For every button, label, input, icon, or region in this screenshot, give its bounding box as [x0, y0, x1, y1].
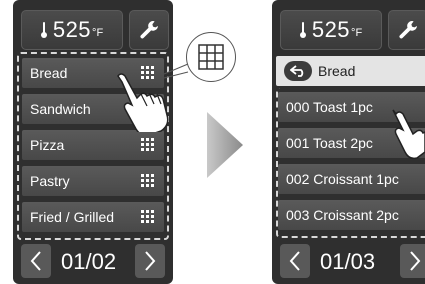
pointing-hand-icon [392, 109, 425, 160]
recipe-label: 001 Toast 2pc [286, 135, 373, 151]
category-screen: 525 °F Bread Sandwich Pizza Pastry Fried… [13, 0, 173, 284]
temperature-unit: °F [92, 27, 104, 39]
chevron-right-icon [145, 251, 156, 271]
recipe-label: 000 Toast 1pc [286, 99, 373, 115]
category-label: Bread [30, 65, 68, 81]
thermometer-icon [40, 22, 47, 38]
grid-icon [141, 210, 154, 223]
next-page-button[interactable] [135, 244, 165, 278]
current-category-label: Bread [318, 63, 356, 79]
wrench-icon [399, 21, 417, 39]
prev-page-button[interactable] [280, 244, 310, 278]
temperature-value: 525 [311, 17, 351, 42]
category-label: Pastry [30, 173, 70, 189]
thermometer-icon [299, 22, 306, 38]
callout-connector [164, 63, 189, 79]
play-arrow-icon [207, 112, 243, 178]
chevron-left-icon [289, 251, 300, 271]
recipe-item[interactable]: 002 Croissant 1pc [278, 164, 425, 194]
page-navigation: 01/03 [280, 244, 425, 278]
page-indicator: 01/02 [61, 249, 117, 274]
category-label: Fried / Grilled [30, 209, 115, 225]
settings-button[interactable] [129, 10, 169, 50]
temperature-value: 525 [52, 17, 92, 42]
grid-icon [141, 138, 154, 151]
temperature-display[interactable]: 525 °F [280, 10, 382, 50]
prev-page-button[interactable] [21, 244, 51, 278]
category-label: Pizza [30, 137, 65, 153]
settings-button[interactable] [388, 10, 425, 50]
recipe-label: 002 Croissant 1pc [286, 171, 399, 187]
back-button[interactable] [284, 61, 312, 81]
chevron-right-icon [410, 251, 421, 271]
category-label: Sandwich [30, 101, 91, 117]
category-item-pastry[interactable]: Pastry [22, 166, 164, 196]
wrench-icon [140, 21, 158, 39]
page-navigation: 01/02 [21, 244, 165, 278]
next-page-button[interactable] [400, 244, 425, 278]
grid-icon [141, 174, 154, 187]
chevron-left-icon [30, 251, 41, 271]
category-item-fried-grilled[interactable]: Fried / Grilled [22, 202, 164, 232]
pointing-hand-icon [117, 73, 169, 132]
temperature-unit: °F [351, 27, 363, 39]
recipe-label: 003 Croissant 2pc [286, 207, 399, 223]
category-item-pizza[interactable]: Pizza [22, 130, 164, 160]
page-indicator: 01/03 [320, 249, 376, 274]
back-to-category-row[interactable]: Bread [276, 56, 425, 86]
temperature-display[interactable]: 525 °F [21, 10, 123, 50]
recipe-item[interactable]: 003 Croissant 2pc [278, 200, 425, 230]
grid-icon [198, 44, 224, 70]
back-arrow-icon [290, 65, 304, 77]
